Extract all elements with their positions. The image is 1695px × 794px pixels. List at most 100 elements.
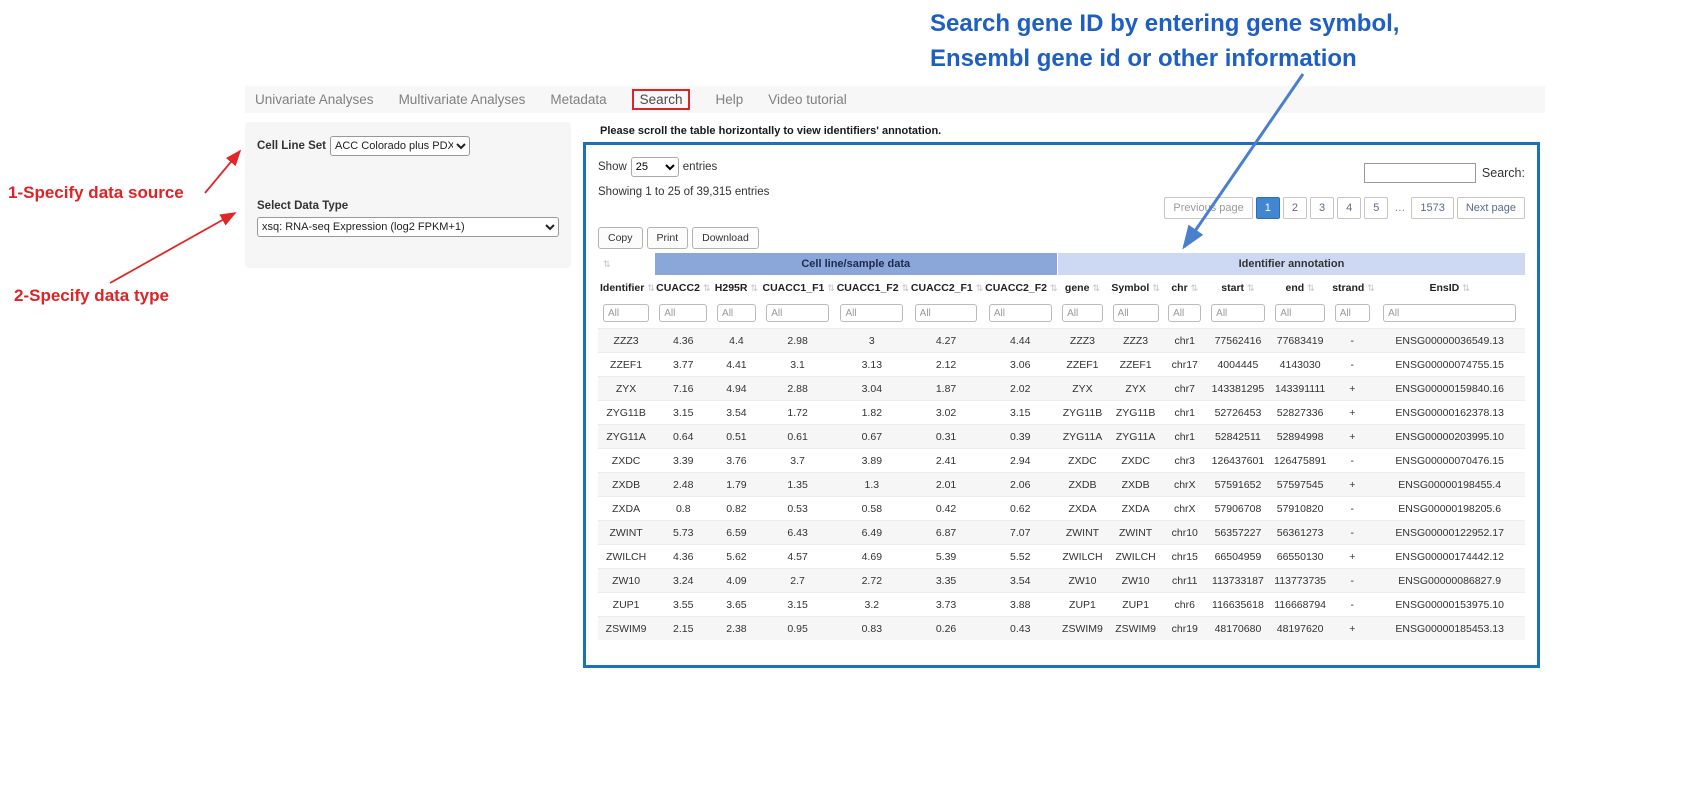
column-header-cuacc2_f1[interactable]: CUACC2_F1⇅ xyxy=(909,275,983,301)
table-cell: ZYG11B xyxy=(1108,401,1164,425)
column-header-chr[interactable]: chr⇅ xyxy=(1164,275,1206,301)
table-cell: 143391111 xyxy=(1270,377,1330,401)
copy-button[interactable]: Copy xyxy=(598,227,643,249)
nav-item-search[interactable]: Search xyxy=(632,89,691,110)
table-cell: chr11 xyxy=(1164,569,1206,593)
table-row: ZWILCH4.365.624.574.695.395.52ZWILCHZWIL… xyxy=(598,545,1525,569)
table-cell: 0.43 xyxy=(983,617,1057,641)
previous-page-button[interactable]: Previous page xyxy=(1164,197,1252,219)
column-label: end xyxy=(1286,282,1305,294)
table-cell: 52827336 xyxy=(1270,401,1330,425)
column-header-cuacc2_f2[interactable]: CUACC2_F2⇅ xyxy=(983,275,1057,301)
table-cell: 6.59 xyxy=(712,521,760,545)
column-header-identifier[interactable]: Identifier⇅ xyxy=(598,275,654,301)
table-cell: ZYG11A xyxy=(598,425,654,449)
table-cell: 3.35 xyxy=(909,569,983,593)
main-nav: Univariate Analyses Multivariate Analyses… xyxy=(245,86,1545,113)
table-cell: 0.61 xyxy=(760,425,834,449)
table-cell: 4.41 xyxy=(712,353,760,377)
filter-input-symbol[interactable] xyxy=(1113,304,1159,322)
filter-input-start[interactable] xyxy=(1211,304,1265,322)
table-cell: ENSG00000086827.9 xyxy=(1374,569,1525,593)
table-cell: 4.09 xyxy=(712,569,760,593)
filter-input-strand[interactable] xyxy=(1335,304,1370,322)
table-cell: 3.76 xyxy=(712,449,760,473)
print-button[interactable]: Print xyxy=(647,227,689,249)
filter-input-identifier[interactable] xyxy=(603,304,649,322)
nav-item-metadata[interactable]: Metadata xyxy=(550,92,606,107)
table-cell: 3.1 xyxy=(760,353,834,377)
column-header-strand[interactable]: strand⇅ xyxy=(1330,275,1374,301)
filter-input-cuacc2[interactable] xyxy=(659,304,707,322)
column-header-symbol[interactable]: Symbol⇅ xyxy=(1108,275,1164,301)
data-type-select[interactable]: xsq: RNA-seq Expression (log2 FPKM+1) xyxy=(257,217,559,237)
table-cell: 3.54 xyxy=(712,401,760,425)
page-button-2[interactable]: 2 xyxy=(1283,197,1307,219)
results-table: ⇅Cell line/sample dataIdentifier annotat… xyxy=(598,253,1525,640)
column-label: CUACC2 xyxy=(656,282,700,294)
red-arrow-1 xyxy=(205,151,240,193)
table-cell: chr3 xyxy=(1164,449,1206,473)
table-cell: ENSG00000198455.4 xyxy=(1374,473,1525,497)
table-cell: chr7 xyxy=(1164,377,1206,401)
table-cell: + xyxy=(1330,617,1374,641)
download-button[interactable]: Download xyxy=(692,227,759,249)
table-cell: - xyxy=(1330,593,1374,617)
table-cell: ZUP1 xyxy=(598,593,654,617)
table-cell: 4.36 xyxy=(654,545,712,569)
page-button-5[interactable]: 5 xyxy=(1364,197,1388,219)
table-cell: + xyxy=(1330,425,1374,449)
column-header-start[interactable]: start⇅ xyxy=(1206,275,1270,301)
filter-input-cuacc2_f1[interactable] xyxy=(915,304,978,322)
column-header-h295r[interactable]: H295R⇅ xyxy=(712,275,760,301)
table-cell: 143381295 xyxy=(1206,377,1270,401)
column-header-gene[interactable]: gene⇅ xyxy=(1057,275,1107,301)
annotation-step2: 2-Specify data type xyxy=(14,286,169,306)
filter-input-end[interactable] xyxy=(1275,304,1325,322)
table-cell: 0.83 xyxy=(835,617,909,641)
column-header-ensid[interactable]: EnsID⇅ xyxy=(1374,275,1525,301)
sort-icon: ⇅ xyxy=(1191,283,1199,293)
table-row: ZUP13.553.653.153.23.733.88ZUP1ZUP1chr61… xyxy=(598,593,1525,617)
column-header-end[interactable]: end⇅ xyxy=(1270,275,1330,301)
table-cell: ZW10 xyxy=(1108,569,1164,593)
red-arrow-2 xyxy=(110,213,235,283)
page-button-1573[interactable]: 1573 xyxy=(1411,197,1453,219)
table-row: ZYG11B3.153.541.721.823.023.15ZYG11BZYG1… xyxy=(598,401,1525,425)
nav-item-univariate-analyses[interactable]: Univariate Analyses xyxy=(255,92,374,107)
filter-input-chr[interactable] xyxy=(1168,304,1201,322)
filter-input-gene[interactable] xyxy=(1062,304,1103,322)
column-label: EnsID xyxy=(1430,282,1460,294)
table-cell: 2.15 xyxy=(654,617,712,641)
column-label: Identifier xyxy=(600,282,644,294)
page-button-4[interactable]: 4 xyxy=(1337,197,1361,219)
nav-item-video-tutorial[interactable]: Video tutorial xyxy=(768,92,847,107)
column-header-cuacc1_f1[interactable]: CUACC1_F1⇅ xyxy=(760,275,834,301)
table-cell: ZYG11A xyxy=(1108,425,1164,449)
table-cell: 57910820 xyxy=(1270,497,1330,521)
table-cell: 66550130 xyxy=(1270,545,1330,569)
filter-input-cuacc2_f2[interactable] xyxy=(989,304,1052,322)
nav-item-help[interactable]: Help xyxy=(715,92,743,107)
table-cell: chr1 xyxy=(1164,401,1206,425)
filter-input-h295r[interactable] xyxy=(717,304,756,322)
cell-line-set-select[interactable]: ACC Colorado plus PDX xyxy=(330,136,470,156)
column-header-cuacc2[interactable]: CUACC2⇅ xyxy=(654,275,712,301)
filter-input-cuacc1_f1[interactable] xyxy=(766,304,829,322)
column-label: CUACC1_F2 xyxy=(837,282,899,294)
table-row: ZWINT5.736.596.436.496.877.07ZWINTZWINTc… xyxy=(598,521,1525,545)
table-cell: 3.55 xyxy=(654,593,712,617)
page-length-select[interactable]: 25 xyxy=(631,157,679,177)
nav-item-multivariate-analyses[interactable]: Multivariate Analyses xyxy=(399,92,526,107)
column-header-cuacc1_f2[interactable]: CUACC1_F2⇅ xyxy=(835,275,909,301)
page-button-1[interactable]: 1 xyxy=(1256,197,1280,219)
page-button-3[interactable]: 3 xyxy=(1310,197,1334,219)
next-page-button[interactable]: Next page xyxy=(1457,197,1525,219)
search-tip-annotation: Search gene ID by entering gene symbol, … xyxy=(930,6,1399,76)
filter-input-ensid[interactable] xyxy=(1383,304,1516,322)
filter-input-cuacc1_f2[interactable] xyxy=(840,304,903,322)
search-input[interactable] xyxy=(1364,163,1476,183)
table-cell: ENSG00000198205.6 xyxy=(1374,497,1525,521)
table-cell: 0.53 xyxy=(760,497,834,521)
table-cell: - xyxy=(1330,569,1374,593)
